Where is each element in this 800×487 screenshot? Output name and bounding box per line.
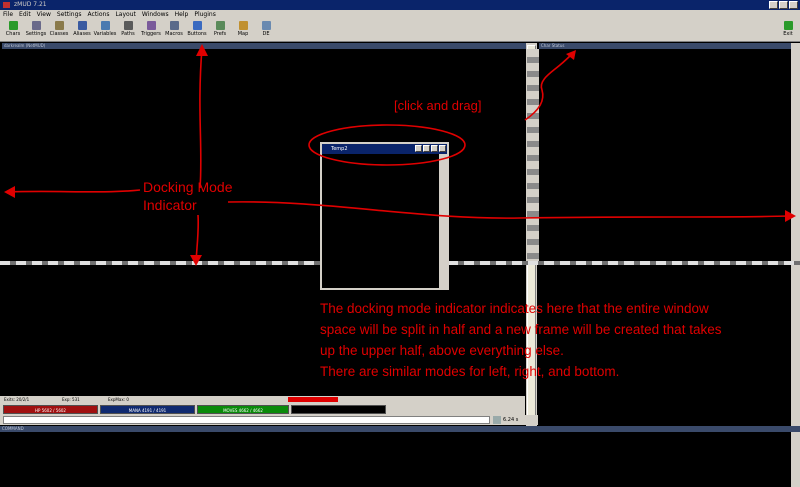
- up-arrowhead-1: [196, 44, 208, 56]
- down-arrow: [195, 214, 200, 263]
- explanation-line-4: There are similar modes for left, right,…: [320, 364, 620, 379]
- left-arrowhead: [4, 186, 15, 198]
- right-arrowhead: [785, 210, 796, 222]
- left-arrow: [7, 189, 141, 193]
- click-drag-annotation: [click and drag]: [394, 98, 482, 113]
- explanation-line-2: space will be split in half and a new fr…: [320, 322, 722, 337]
- explanation-line-1: The docking mode indicator indicates her…: [320, 301, 709, 316]
- right-arrow: [227, 201, 791, 219]
- explanation-annotation: The docking mode indicator indicates her…: [320, 298, 721, 382]
- explanation-line-3: up the upper half, above everything else…: [320, 343, 564, 358]
- annotation-overlay: [4, 44, 796, 266]
- docking-indicator-annotation: Docking Mode Indicator: [143, 179, 233, 213]
- click-drag-ellipse: [308, 124, 466, 166]
- up-arrow: [199, 47, 203, 189]
- down-arrowhead: [190, 255, 202, 266]
- squiggle-up-arrow: [524, 51, 575, 121]
